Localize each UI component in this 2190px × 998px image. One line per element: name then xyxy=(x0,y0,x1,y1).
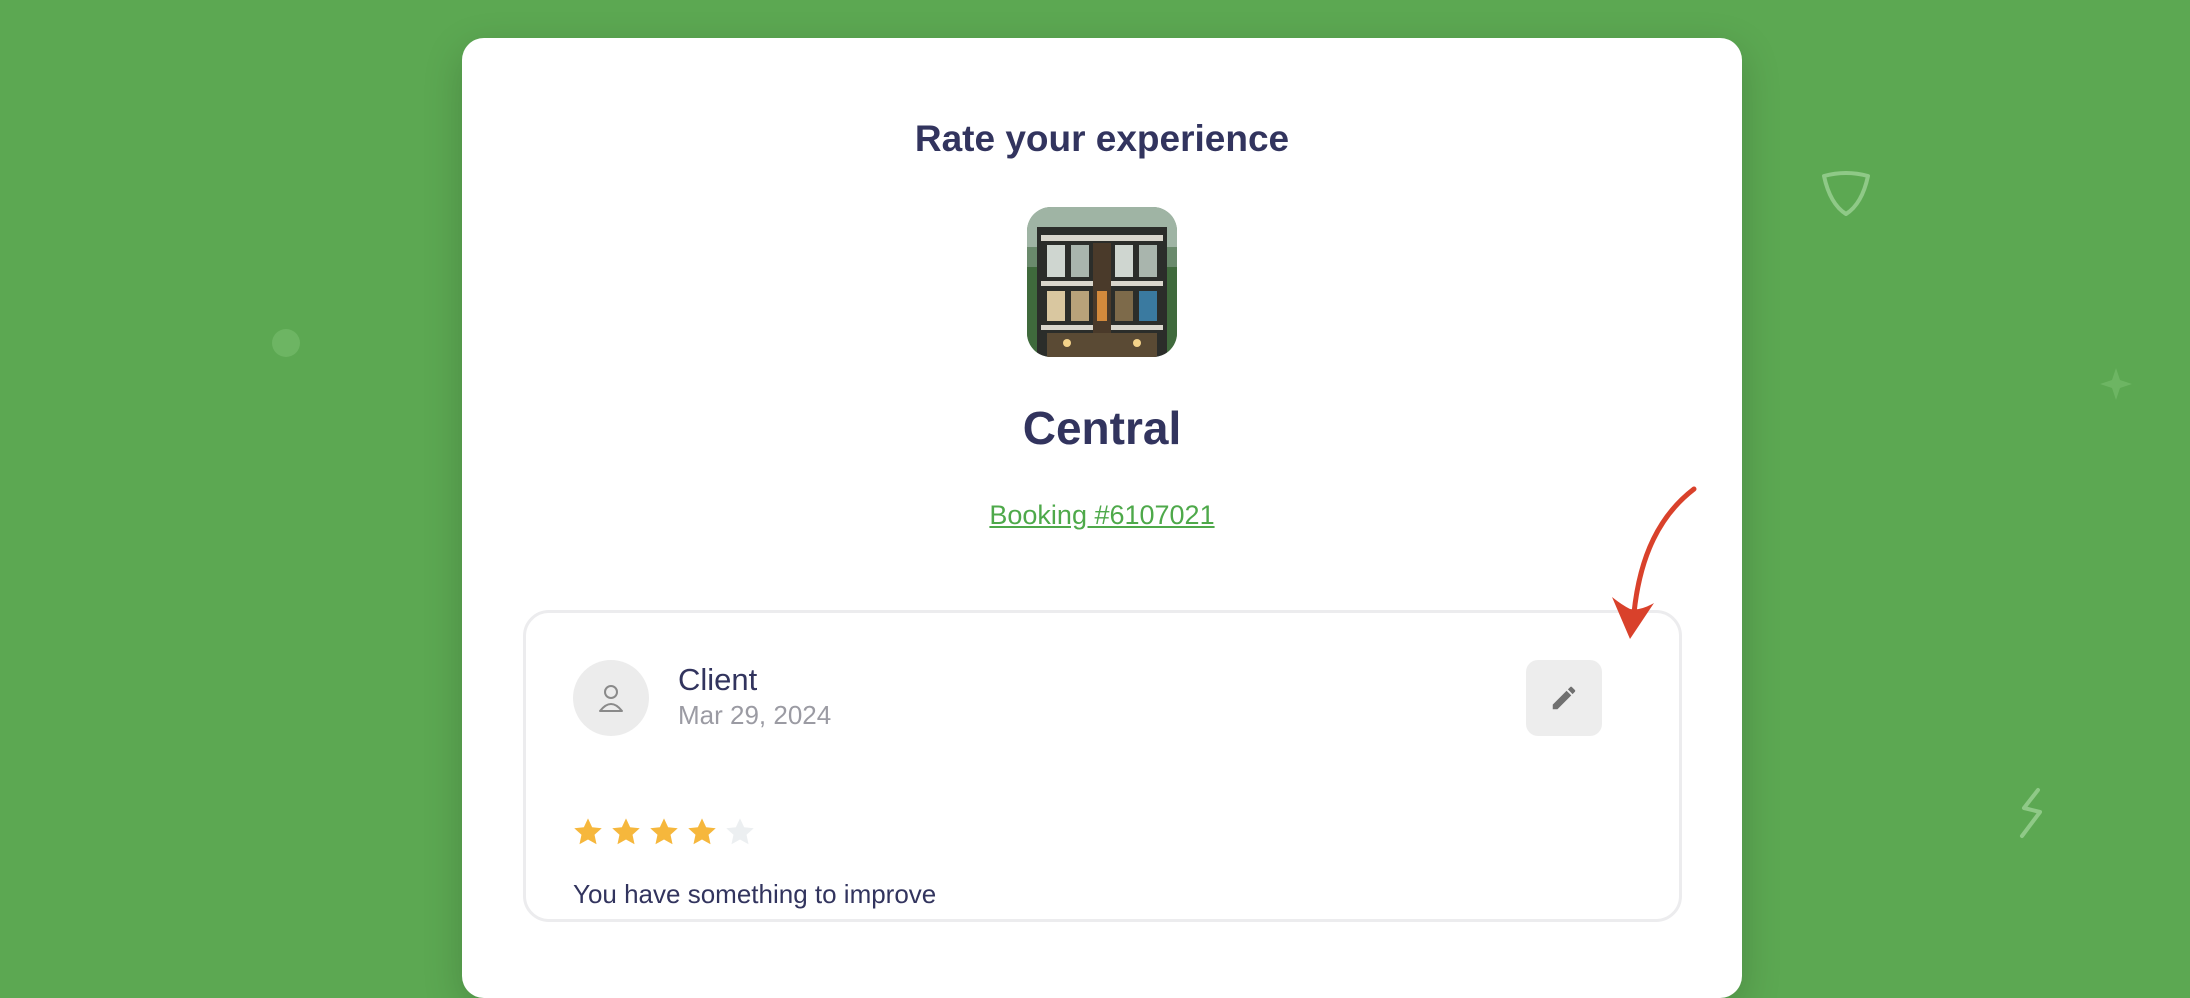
review-card: Rate your experience Central Booking #61… xyxy=(462,38,1742,998)
review-entry: Client Mar 29, 2024 You have something t… xyxy=(523,610,1682,922)
star-empty-icon[interactable] xyxy=(724,816,756,848)
red-arrow-annotation xyxy=(1612,486,1697,639)
pencil-icon xyxy=(1552,686,1576,710)
background-decor-zigzag xyxy=(2020,788,2042,838)
user-icon xyxy=(599,685,623,712)
background-decor-sparkle xyxy=(2100,368,2132,400)
booking-link[interactable]: Booking #6107021 xyxy=(989,500,1214,530)
review-date: Mar 29, 2024 xyxy=(678,700,832,730)
star-filled-icon[interactable] xyxy=(572,816,604,848)
review-comment: You have something to improve xyxy=(573,879,937,909)
rating-stars xyxy=(572,816,756,848)
hotel-name: Central xyxy=(1022,402,1182,454)
star-filled-icon[interactable] xyxy=(686,816,718,848)
hotel-image xyxy=(1027,207,1177,357)
star-filled-icon[interactable] xyxy=(648,816,680,848)
hotel-building-illustration xyxy=(1027,207,1177,357)
background-decor-dot xyxy=(272,329,300,357)
star-filled-icon[interactable] xyxy=(610,816,642,848)
avatar xyxy=(573,660,649,736)
booking-link-wrapper: Booking #6107021 xyxy=(462,500,1742,531)
background-decor-shield xyxy=(1822,171,1870,216)
edit-review-button[interactable] xyxy=(1526,660,1602,736)
review-author: Client xyxy=(678,662,758,697)
page-title: Rate your experience xyxy=(914,118,1290,159)
